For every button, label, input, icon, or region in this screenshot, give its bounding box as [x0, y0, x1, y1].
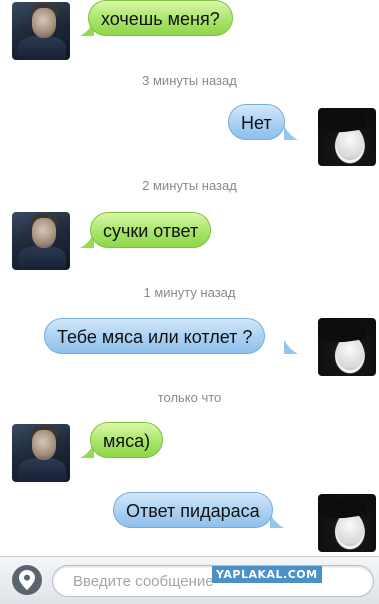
- user-avatar[interactable]: [318, 494, 376, 552]
- user-avatar[interactable]: [318, 318, 376, 376]
- outgoing-message[interactable]: Нет: [228, 104, 285, 140]
- incoming-message[interactable]: мяса): [90, 422, 164, 458]
- contact-avatar[interactable]: [12, 2, 70, 60]
- avatar-shirt: [18, 246, 66, 270]
- message-timestamp: 3 минуты назад: [142, 73, 237, 88]
- contact-avatar[interactable]: [12, 212, 70, 270]
- avatar-face: [32, 218, 56, 248]
- user-avatar[interactable]: [318, 108, 376, 166]
- message-timestamp: 1 минуту назад: [143, 285, 236, 300]
- incoming-message[interactable]: сучки ответ: [90, 212, 212, 248]
- contact-avatar[interactable]: [12, 424, 70, 482]
- outgoing-message[interactable]: Тебе мяса или котлет ?: [44, 318, 266, 354]
- avatar-shirt: [18, 36, 66, 60]
- message-timestamp: 2 минуты назад: [142, 178, 237, 193]
- outgoing-message[interactable]: Ответ пидараса: [113, 492, 273, 528]
- bubble-tail: [284, 340, 298, 354]
- watermark: YAPLAKAL.COM: [212, 566, 322, 583]
- bubble-tail: [270, 514, 284, 528]
- location-button[interactable]: [12, 565, 42, 595]
- avatar-face: [32, 8, 56, 38]
- message-timestamp: только что: [157, 390, 222, 405]
- bubble-tail: [284, 126, 298, 140]
- location-pin-icon: [19, 570, 35, 590]
- avatar-shirt: [18, 458, 66, 482]
- avatar-face: [32, 430, 56, 460]
- incoming-message[interactable]: хочешь меня?: [88, 0, 233, 36]
- message-input-bar: [0, 556, 379, 604]
